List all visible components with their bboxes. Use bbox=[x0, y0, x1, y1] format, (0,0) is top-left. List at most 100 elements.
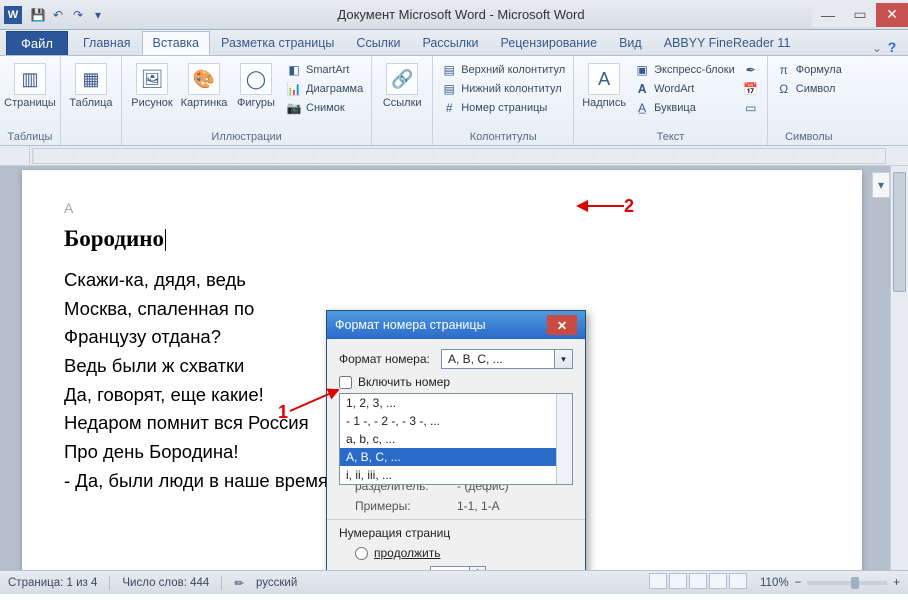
status-words[interactable]: Число слов: 444 bbox=[122, 577, 209, 589]
format-option[interactable]: 1, 2, 3, ... bbox=[340, 394, 572, 412]
status-language[interactable]: русский bbox=[256, 577, 297, 589]
tab-layout[interactable]: Разметка страницы bbox=[210, 31, 345, 55]
group-symbols: πФормула ΩСимвол Символы bbox=[768, 56, 850, 145]
smartart-icon: ◧ bbox=[286, 62, 302, 78]
sig-icon: ✒ bbox=[743, 62, 759, 78]
view-buttons[interactable] bbox=[648, 573, 748, 592]
textbox-button[interactable]: AНадпись bbox=[580, 59, 628, 130]
title-bar: W 💾 ↶ ↷ ▾ Документ Microsoft Word - Micr… bbox=[0, 0, 908, 30]
scrollbar-thumb[interactable] bbox=[893, 172, 906, 292]
header-icon: ▤ bbox=[441, 62, 457, 78]
quickparts-label: Экспресс-блоки bbox=[654, 64, 735, 76]
pagenum-button[interactable]: #Номер страницы bbox=[439, 99, 567, 117]
symbol-button[interactable]: ΩСимвол bbox=[774, 80, 844, 98]
qat-more-icon[interactable]: ▾ bbox=[90, 7, 106, 23]
ruler-toggle-icon[interactable]: ▾ bbox=[872, 172, 890, 198]
page-header-letter: A bbox=[64, 200, 820, 216]
examples-label: Примеры: bbox=[355, 499, 451, 513]
zoom-percent[interactable]: 110% bbox=[760, 577, 789, 589]
close-button[interactable]: ✕ bbox=[876, 3, 908, 27]
dialog-title: Формат номера страницы bbox=[335, 318, 486, 332]
obj-button[interactable]: ▭ bbox=[741, 99, 761, 117]
tab-review[interactable]: Рецензирование bbox=[490, 31, 609, 55]
format-option[interactable]: - 1 -, - 2 -, - 3 -, ... bbox=[340, 412, 572, 430]
group-tables-label: Таблицы bbox=[6, 130, 54, 143]
group-illustrations-label: Иллюстрации bbox=[128, 130, 365, 143]
header-button[interactable]: ▤Верхний колонтитул bbox=[439, 61, 567, 79]
clipart-icon: 🎨 bbox=[188, 63, 220, 95]
snapshot-label: Снимок bbox=[306, 102, 345, 114]
start-at-value: A bbox=[435, 569, 443, 570]
zoom-slider[interactable] bbox=[807, 581, 887, 585]
symbol-icon: Ω bbox=[776, 81, 792, 97]
table-icon: ▦ bbox=[75, 63, 107, 95]
table-button[interactable]: ▦ Таблица bbox=[67, 59, 115, 130]
spin-up-icon[interactable]: ▲ bbox=[469, 567, 485, 570]
document-area: A Бородино Скажи-ка, дядя, ведь Москва, … bbox=[0, 166, 908, 570]
group-headers: ▤Верхний колонтитул ▤Нижний колонтитул #… bbox=[433, 56, 574, 145]
format-option[interactable]: a, b, c, ... bbox=[340, 430, 572, 448]
footer-button[interactable]: ▤Нижний колонтитул bbox=[439, 80, 567, 98]
start-at-label: начать с: bbox=[374, 569, 424, 570]
chart-icon: 📊 bbox=[286, 81, 302, 97]
tab-mailings[interactable]: Рассылки bbox=[411, 31, 489, 55]
dialog-body: Формат номера: A, B, C, ... ▾ Включить н… bbox=[327, 339, 585, 570]
links-button[interactable]: 🔗Ссылки bbox=[378, 59, 426, 130]
maximize-button[interactable]: ▭ bbox=[844, 3, 876, 27]
tab-view[interactable]: Вид bbox=[608, 31, 653, 55]
date-button[interactable]: 📅 bbox=[741, 80, 761, 98]
chart-button[interactable]: 📊 Диаграмма bbox=[284, 80, 365, 98]
tab-file[interactable]: Файл bbox=[6, 31, 68, 55]
group-text: AНадпись ▣Экспресс-блоки 𝐀WordArt A̲Букв… bbox=[574, 56, 768, 145]
dropcap-button[interactable]: A̲Буквица bbox=[632, 99, 737, 117]
group-text-label: Текст bbox=[580, 130, 761, 143]
undo-icon[interactable]: ↶ bbox=[50, 7, 66, 23]
zoom-out-button[interactable]: − bbox=[795, 577, 802, 589]
smartart-button[interactable]: ◧SmartArt bbox=[284, 61, 365, 79]
examples-value: 1-1, 1-A bbox=[457, 499, 517, 513]
group-links: 🔗Ссылки Ссылки bbox=[372, 56, 433, 145]
vertical-scrollbar[interactable] bbox=[890, 166, 908, 570]
tab-references[interactable]: Ссылки bbox=[345, 31, 411, 55]
picture-label: Рисунок bbox=[131, 97, 173, 109]
pagenum-label: Номер страницы bbox=[461, 102, 547, 114]
format-option[interactable]: i, ii, iii, ... bbox=[340, 466, 572, 484]
links-icon: 🔗 bbox=[386, 63, 418, 95]
proofing-icon[interactable]: ✏ bbox=[234, 576, 244, 590]
pages-button[interactable]: ▥ Страницы bbox=[6, 59, 54, 130]
sig-button[interactable]: ✒ bbox=[741, 61, 761, 79]
snapshot-button[interactable]: 📷Снимок bbox=[284, 99, 365, 117]
format-option-selected[interactable]: A, B, C, ... bbox=[340, 448, 572, 466]
chart-label: Диаграмма bbox=[306, 83, 363, 95]
start-at-radio[interactable] bbox=[355, 570, 368, 571]
format-dropdown-list[interactable]: 1, 2, 3, ... - 1 -, - 2 -, - 3 -, ... a,… bbox=[339, 393, 573, 485]
equation-button[interactable]: πФормула bbox=[774, 61, 844, 79]
shapes-button[interactable]: ◯Фигуры bbox=[232, 59, 280, 130]
tab-home[interactable]: Главная bbox=[72, 31, 142, 55]
dropdown-scrollbar[interactable] bbox=[556, 394, 572, 484]
dialog-close-button[interactable]: ✕ bbox=[547, 315, 577, 335]
tab-insert[interactable]: Вставка bbox=[142, 31, 210, 55]
continue-radio[interactable] bbox=[355, 547, 368, 560]
zoom-in-button[interactable]: + bbox=[893, 577, 900, 589]
minimize-button[interactable]: — bbox=[812, 3, 844, 27]
redo-icon[interactable]: ↷ bbox=[70, 7, 86, 23]
tab-abbyy[interactable]: ABBYY FineReader 11 bbox=[653, 31, 802, 55]
clipart-button[interactable]: 🎨Картинка bbox=[180, 59, 228, 130]
picture-button[interactable]: 🖼Рисунок bbox=[128, 59, 176, 130]
dialog-titlebar[interactable]: Формат номера страницы ✕ bbox=[327, 311, 585, 339]
format-combobox[interactable]: A, B, C, ... ▾ bbox=[441, 349, 573, 369]
ribbon-collapse-icon[interactable]: ⌄ bbox=[868, 41, 886, 55]
document-title: Бородино bbox=[64, 226, 820, 252]
horizontal-ruler[interactable] bbox=[32, 148, 886, 164]
start-at-spinner[interactable]: A ▲▼ bbox=[430, 566, 486, 570]
chevron-down-icon[interactable]: ▾ bbox=[554, 350, 572, 368]
format-value: A, B, C, ... bbox=[448, 352, 503, 366]
include-chapter-label: Включить номер bbox=[358, 375, 450, 389]
status-page[interactable]: Страница: 1 из 4 bbox=[8, 577, 97, 589]
wordart-button[interactable]: 𝐀WordArt bbox=[632, 80, 737, 98]
group-headers-label: Колонтитулы bbox=[439, 130, 567, 143]
help-icon[interactable]: ? bbox=[886, 39, 908, 55]
quickparts-button[interactable]: ▣Экспресс-блоки bbox=[632, 61, 737, 79]
save-icon[interactable]: 💾 bbox=[30, 7, 46, 23]
